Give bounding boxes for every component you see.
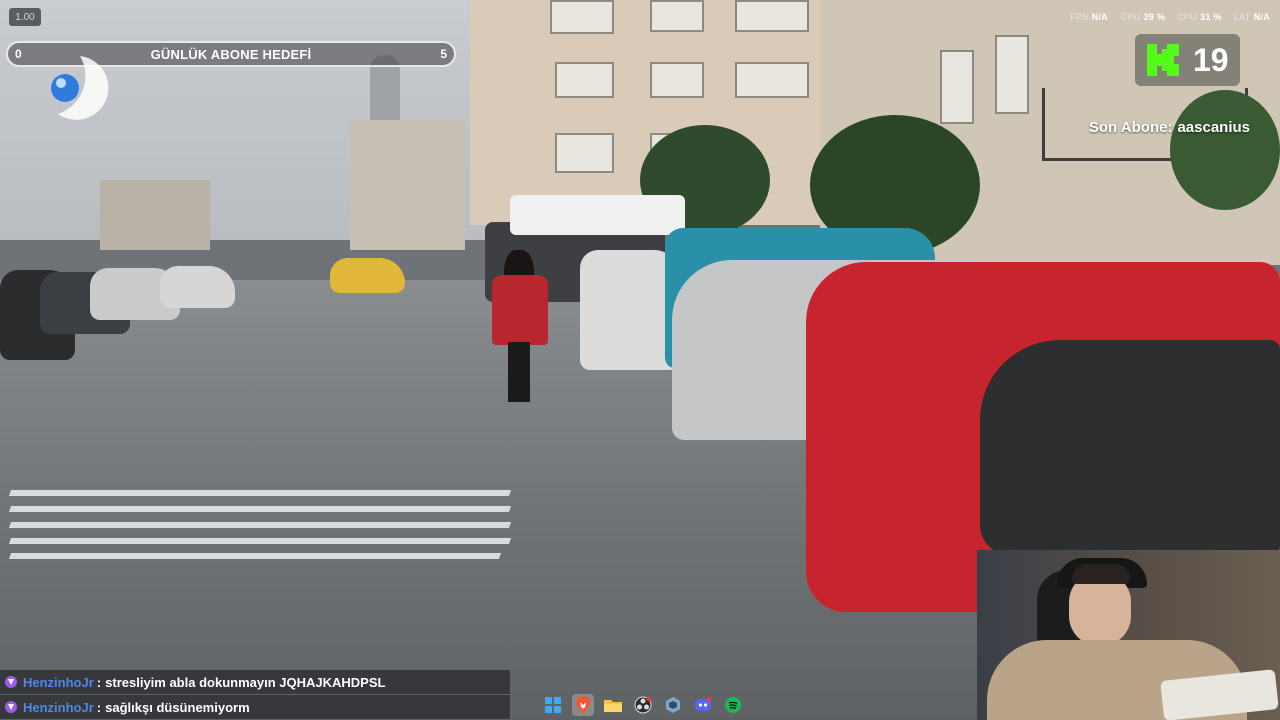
- bg-building-center: [350, 120, 465, 250]
- last-subscriber-name: aascanius: [1177, 119, 1250, 136]
- fps-stat: FPS N/A: [1070, 12, 1109, 22]
- webcam-feed: [977, 550, 1280, 720]
- bg-building-left: [100, 180, 210, 250]
- file-explorer-icon[interactable]: [602, 694, 624, 716]
- performance-stats: FPS N/A GPU 39 % CPU 31 % LAT N/A: [1070, 12, 1270, 22]
- chat-overlay: HenzinhoJr : stresliyim abla dokunmayın …: [0, 670, 510, 720]
- dark-car: [980, 340, 1280, 555]
- pedestrian: [492, 275, 548, 345]
- taxi: [330, 258, 405, 293]
- gpu-stat: GPU 39 %: [1120, 12, 1166, 22]
- white-van-roof: [510, 195, 685, 235]
- spotify-icon[interactable]: [722, 694, 744, 716]
- chat-text: sağlıkşı düsünemiyorm: [105, 699, 250, 715]
- subscriber-badge-icon: [5, 676, 17, 688]
- chat-message: HenzinhoJr : stresliyim abla dokunmayın …: [0, 670, 510, 694]
- kick-follower-count: 19: [1193, 41, 1229, 78]
- windows-start-icon[interactable]: [542, 694, 564, 716]
- latency-stat: LAT N/A: [1233, 12, 1270, 22]
- tree: [1170, 90, 1280, 210]
- last-subscriber: Son Abone: aascanius: [1089, 119, 1250, 136]
- discord-icon[interactable]: [692, 694, 714, 716]
- parked-car: [160, 266, 235, 308]
- chat-text: stresliyim abla dokunmayın JQHAJKAHDPSL: [105, 674, 386, 690]
- brave-browser-icon[interactable]: [572, 694, 594, 716]
- last-subscriber-label: Son Abone:: [1088, 119, 1173, 136]
- app-icon[interactable]: [662, 694, 684, 716]
- taskbar: [536, 690, 750, 720]
- playback-speed-badge: 1.00: [9, 8, 41, 26]
- goal-max: 5: [440, 47, 447, 61]
- kick-logo-icon: [1147, 44, 1179, 76]
- goal-min: 0: [15, 47, 22, 61]
- cpu-stat: CPU 31 %: [1177, 12, 1222, 22]
- chat-username[interactable]: HenzinhoJr: [23, 675, 94, 690]
- chat-message: HenzinhoJr : sağlıkşı düsünemiyorm: [0, 695, 510, 719]
- chat-username[interactable]: HenzinhoJr: [23, 700, 94, 715]
- subscriber-badge-icon: [5, 701, 17, 713]
- streamer-hair: [1072, 564, 1130, 584]
- obs-icon[interactable]: [632, 694, 654, 716]
- kick-follower-widget: 19: [1135, 34, 1240, 86]
- kanal-d-logo-icon: [51, 56, 109, 120]
